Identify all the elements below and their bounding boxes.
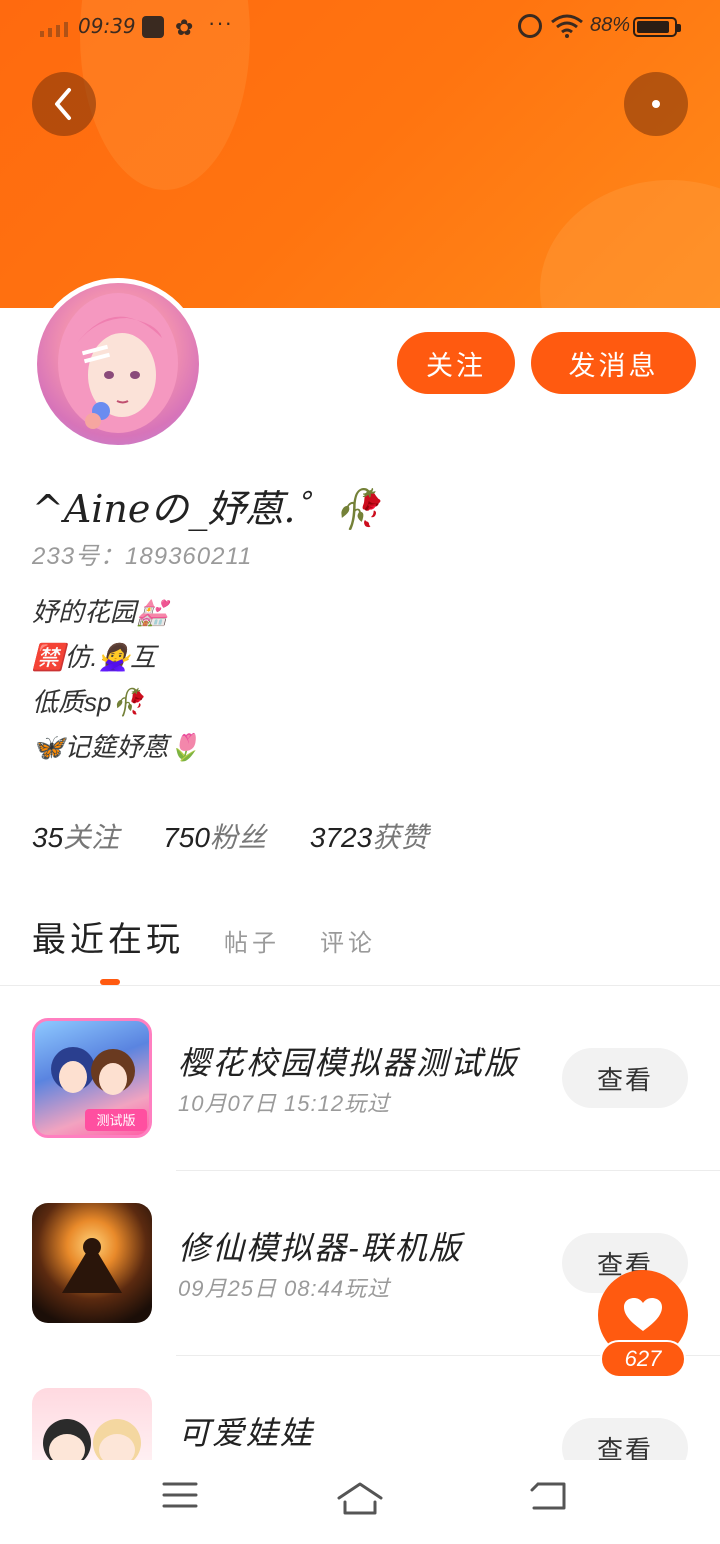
status-bar: 09:39 ✿ ··· 88%: [0, 0, 720, 56]
more-notifications-icon: ···: [208, 10, 233, 35]
game-title: 修仙模拟器-联机版: [178, 1230, 463, 1266]
like-count: 627: [600, 1340, 686, 1378]
view-button[interactable]: 查看: [562, 1418, 688, 1460]
profile-bio: 妤的花园💒 🈲仿.🙅‍♀️互 低质sp🥀 🦋记筵妤蒽🌷: [32, 590, 201, 770]
chevron-left-icon: [55, 88, 71, 120]
wifi-icon: [550, 14, 584, 44]
game-icon: [32, 1203, 152, 1323]
heart-icon: [624, 1298, 662, 1331]
system-navigation-bar: [0, 1460, 720, 1544]
back-icon[interactable]: [528, 1480, 570, 1517]
more-button[interactable]: [624, 72, 688, 136]
list-item[interactable]: 测试版 樱花校园模拟器测试版 10月07日 15:12玩过 查看: [0, 986, 720, 1171]
alarm-icon: [518, 14, 542, 38]
recently-played-list: 测试版 樱花校园模拟器测试版 10月07日 15:12玩过 查看 修仙模拟器-联…: [0, 986, 720, 1460]
send-message-button[interactable]: 发消息: [531, 332, 696, 394]
battery-icon: [633, 17, 681, 37]
follow-button[interactable]: 关注: [397, 332, 515, 394]
bio-line: 🦋记筵妤蒽🌷: [32, 732, 201, 762]
tab-comments[interactable]: 评论: [320, 923, 376, 958]
signal-icon: [40, 22, 68, 37]
notification-app-icon: [142, 16, 164, 38]
bio-line: 🈲仿.🙅‍♀️互: [32, 642, 156, 672]
bio-line: 低质sp🥀: [32, 687, 144, 717]
game-badge: 测试版: [96, 1114, 135, 1129]
profile-uid: 233号：189360211: [32, 543, 253, 570]
tab-recently-played[interactable]: 最近在玩: [32, 912, 184, 961]
profile-tabs: 最近在玩 帖子 评论: [32, 912, 376, 961]
game-icon: [32, 1388, 152, 1460]
status-time: 09:39: [78, 14, 136, 38]
back-button[interactable]: [32, 72, 96, 136]
profile-name: ^Aineの_妤蒽.゜🥀: [32, 487, 381, 531]
more-horizontal-icon: [652, 100, 660, 108]
stat-likes[interactable]: 3723获赞: [310, 816, 428, 856]
stat-fans[interactable]: 750粉丝: [163, 816, 266, 856]
game-title: 樱花校园模拟器测试版: [178, 1045, 519, 1081]
game-icon: 测试版: [32, 1018, 152, 1138]
game-last-played: 10月07日 15:12玩过: [178, 1091, 391, 1116]
bio-line: 妤的花园💒: [32, 597, 169, 627]
notification-fan-icon: ✿: [175, 15, 194, 40]
stat-following[interactable]: 35关注: [32, 816, 119, 856]
tab-posts[interactable]: 帖子: [224, 923, 280, 958]
home-icon[interactable]: [336, 1480, 384, 1521]
game-title: 可爱娃娃: [178, 1415, 315, 1451]
profile-stats: 35关注 750粉丝 3723获赞: [32, 816, 428, 856]
avatar[interactable]: [32, 278, 204, 450]
battery-percent: 88%: [590, 14, 631, 36]
view-button[interactable]: 查看: [562, 1048, 688, 1108]
menu-icon[interactable]: [162, 1480, 198, 1515]
game-last-played: 09月25日 08:44玩过: [178, 1276, 391, 1301]
